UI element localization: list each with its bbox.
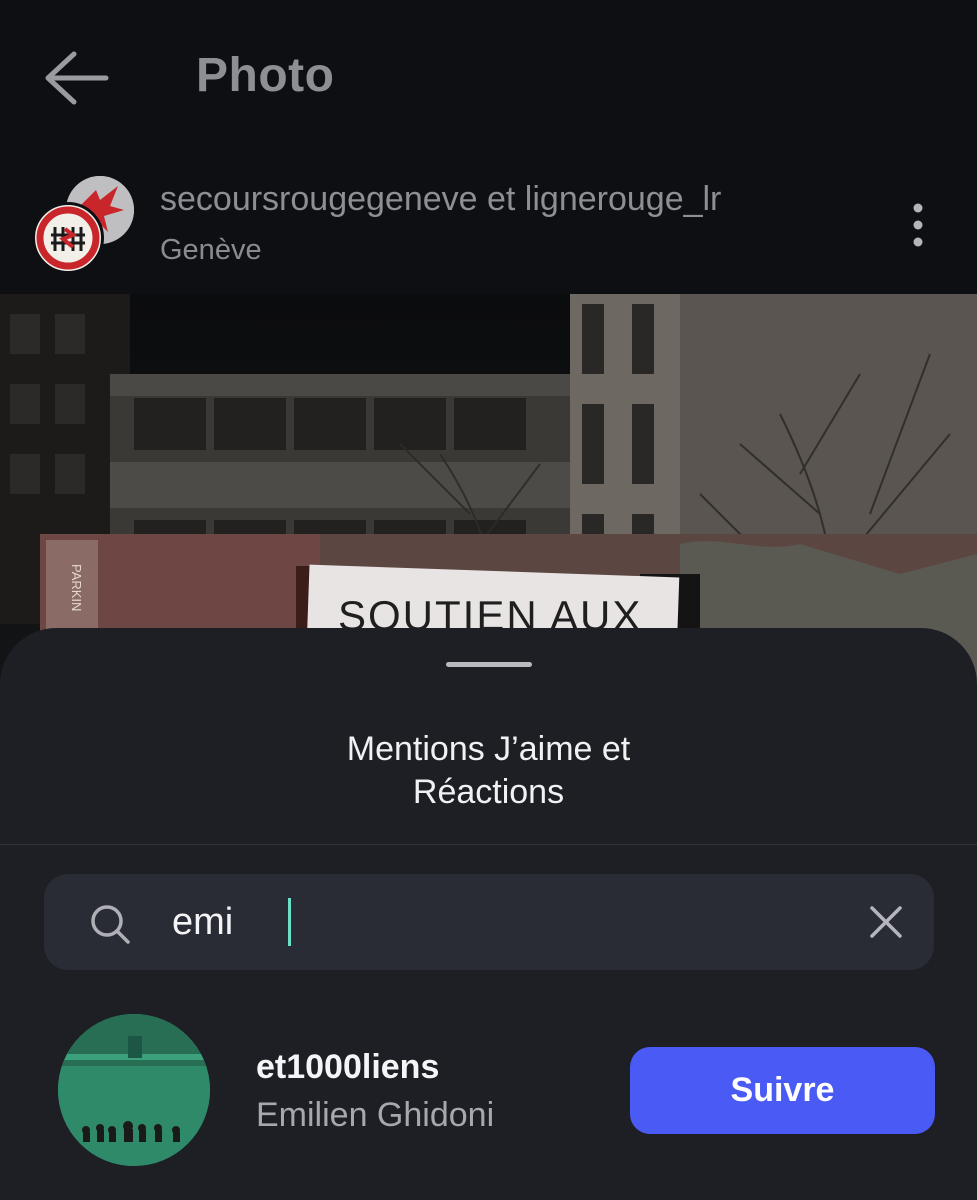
parking-sign-text: PARKIN [69, 564, 84, 611]
search-bar[interactable] [44, 874, 934, 970]
secoursrouge-logo [36, 206, 100, 270]
top-app-bar: Photo [0, 0, 977, 150]
more-options-button[interactable] [896, 200, 940, 250]
author-avatars[interactable] [30, 172, 140, 282]
result-fullname: Emilien Ghidoni [256, 1096, 495, 1134]
post-header: secoursrougegeneve et lignerouge_lr Genè… [0, 150, 977, 294]
arrow-left-icon [45, 51, 109, 105]
post-authors[interactable]: secoursrougegeneve et lignerouge_lr [160, 180, 721, 219]
search-input[interactable] [172, 896, 792, 948]
avatar[interactable] [58, 1014, 210, 1166]
result-username[interactable]: et1000liens [256, 1048, 439, 1087]
post-location[interactable]: Genève [160, 234, 262, 267]
avatar-secoursrouge[interactable] [32, 202, 104, 274]
more-vertical-icon [913, 203, 923, 247]
list-item[interactable]: et1000liens Emilien Ghidoni Suivre [0, 1008, 977, 1178]
search-icon [91, 905, 130, 944]
drag-handle[interactable] [446, 662, 532, 667]
text-caret [288, 898, 291, 946]
sheet-title-line-2: Réactions [412, 773, 565, 811]
divider [0, 844, 977, 845]
sheet-title: Mentions J’aime et Réactions [0, 728, 977, 814]
follow-button[interactable]: Suivre [630, 1047, 935, 1134]
back-button[interactable] [36, 42, 116, 114]
close-icon[interactable] [866, 902, 906, 942]
avatar-image [58, 1014, 210, 1166]
reactions-sheet: Mentions J’aime et Réactions emi et1000l… [0, 628, 977, 1200]
sheet-title-line-1: Mentions J’aime et [346, 730, 631, 768]
page-title: Photo [196, 49, 335, 102]
